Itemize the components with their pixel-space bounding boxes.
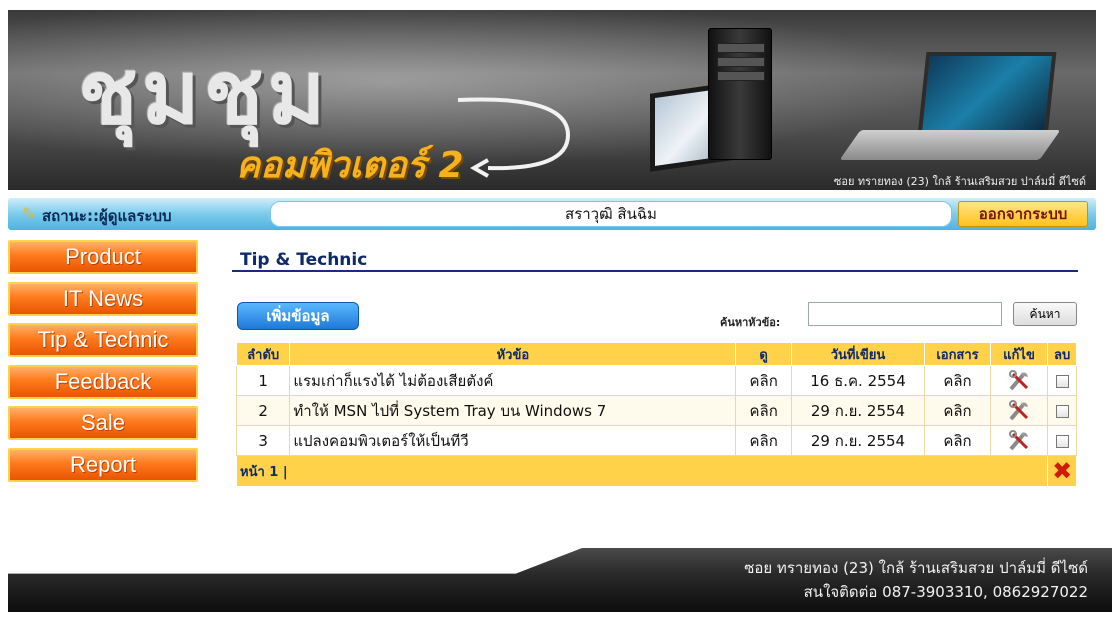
header-edit: แก้ไข bbox=[989, 342, 1049, 366]
row-topic: ทำให้ MSN ไปที่ System Tray บน Windows 7 bbox=[289, 395, 737, 426]
sidebar-item-product[interactable]: Product bbox=[8, 240, 198, 274]
laptop-base-image bbox=[839, 130, 1061, 160]
pc-tower-image bbox=[708, 28, 772, 160]
sidebar-item-tip-technic[interactable]: Tip & Technic bbox=[8, 323, 198, 357]
delete-cell bbox=[1047, 365, 1077, 396]
delete-checkbox[interactable] bbox=[1055, 374, 1069, 388]
sidebar-item-report[interactable]: Report bbox=[8, 447, 198, 482]
view-link[interactable]: คลิก bbox=[735, 425, 792, 456]
sidebar-menu: Product IT News Tip & Technic Feedback S… bbox=[8, 240, 198, 489]
delete-cell bbox=[1047, 395, 1077, 426]
header-no: ลำดับ bbox=[235, 342, 291, 366]
delete-selected-cell: ✖ bbox=[1047, 455, 1077, 487]
table-row: 2 ทำให้ MSN ไปที่ System Tray บน Windows… bbox=[235, 395, 1077, 426]
add-item-button[interactable]: เพิ่มข้อมูล bbox=[237, 302, 359, 330]
row-topic: แรมเก่าก็แรงได้ ไม่ต้องเสียตังค์ bbox=[289, 365, 737, 396]
edit-tools-icon[interactable] bbox=[1007, 399, 1031, 422]
row-number: 3 bbox=[235, 425, 291, 456]
header-banner: ชุมชุม คอมพิวเตอร์ 2 ซอย ทรายทอง (23) ใก… bbox=[8, 10, 1096, 190]
delete-cell bbox=[1047, 425, 1077, 456]
table-header-row: ลำดับ หัวข้อ ดู วันที่เขียน เอกสาร แก้ไข… bbox=[235, 342, 1077, 366]
search-input[interactable] bbox=[808, 302, 1002, 326]
document-link[interactable]: คลิก bbox=[924, 365, 991, 396]
row-date: 16 ธ.ค. 2554 bbox=[790, 365, 926, 396]
table-footer-row: หน้า 1 | ✖ bbox=[235, 455, 1077, 487]
sidebar-item-feedback[interactable]: Feedback bbox=[8, 364, 198, 399]
tips-table: ลำดับ หัวข้อ ดู วันที่เขียน เอกสาร แก้ไข… bbox=[235, 342, 1077, 487]
row-date: 29 ก.ย. 2554 bbox=[790, 425, 926, 456]
view-link[interactable]: คลิก bbox=[735, 365, 792, 396]
row-topic: แปลงคอมพิวเตอร์ให้เป็นทีวี bbox=[289, 425, 737, 456]
footer-address: ซอย ทรายทอง (23) ใกล้ ร้านเสริมสวย ปาล์ม… bbox=[744, 559, 1088, 577]
header-date: วันที่เขียน bbox=[790, 342, 926, 366]
search-button[interactable]: ค้นหา bbox=[1013, 302, 1077, 326]
sidebar-item-sale[interactable]: Sale bbox=[8, 406, 198, 440]
header-delete: ลบ bbox=[1047, 342, 1077, 366]
key-icon: ✎ bbox=[22, 204, 36, 223]
row-date: 29 ก.ย. 2554 bbox=[790, 395, 926, 426]
sidebar-item-it-news[interactable]: IT News bbox=[8, 281, 198, 316]
footer-contact: สนใจติดต่อ 087-3903310, 0862927022 bbox=[803, 583, 1088, 601]
header-topic: หัวข้อ bbox=[289, 342, 737, 366]
laptop-image bbox=[917, 52, 1057, 136]
delete-checkbox[interactable] bbox=[1055, 434, 1069, 448]
logo-arrow-icon bbox=[457, 97, 571, 178]
edit-cell bbox=[989, 425, 1049, 456]
document-link[interactable]: คลิก bbox=[924, 425, 991, 456]
status-bar: ✎ สถานะ::ผู้ดูแลระบบ สราวุฒิ สินฉิม ออกจ… bbox=[8, 198, 1096, 230]
logout-button[interactable]: ออกจากระบบ bbox=[958, 201, 1088, 227]
edit-cell bbox=[989, 395, 1049, 426]
search-label: ค้นหาหัวข้อ: bbox=[720, 316, 781, 329]
delete-checkbox[interactable] bbox=[1055, 404, 1069, 418]
row-number: 2 bbox=[235, 395, 291, 426]
delete-selected-icon[interactable]: ✖ bbox=[1052, 457, 1072, 485]
view-link[interactable]: คลิก bbox=[735, 395, 792, 426]
banner-address: ซอย ทรายทอง (23) ใกล้ ร้านเสริมสวย ปาล์ม… bbox=[833, 175, 1086, 188]
document-link[interactable]: คลิก bbox=[924, 395, 991, 426]
pager[interactable]: หน้า 1 | bbox=[235, 455, 1049, 487]
edit-cell bbox=[989, 365, 1049, 396]
header-document: เอกสาร bbox=[924, 342, 991, 366]
header-view: ดู bbox=[735, 342, 792, 366]
table-row: 3 แปลงคอมพิวเตอร์ให้เป็นทีวี คลิก 29 ก.ย… bbox=[235, 425, 1077, 456]
edit-tools-icon[interactable] bbox=[1007, 429, 1031, 452]
table-row: 1 แรมเก่าก็แรงได้ ไม่ต้องเสียตังค์ คลิก … bbox=[235, 365, 1077, 396]
row-number: 1 bbox=[235, 365, 291, 396]
edit-tools-icon[interactable] bbox=[1007, 369, 1031, 392]
page-title: Tip & Technic bbox=[240, 250, 368, 270]
title-divider bbox=[232, 270, 1078, 272]
logo-sub: คอมพิวเตอร์ 2 bbox=[236, 145, 464, 186]
current-user: สราวุฒิ สินฉิม bbox=[270, 201, 952, 227]
status-label: สถานะ::ผู้ดูแลระบบ bbox=[42, 207, 172, 225]
